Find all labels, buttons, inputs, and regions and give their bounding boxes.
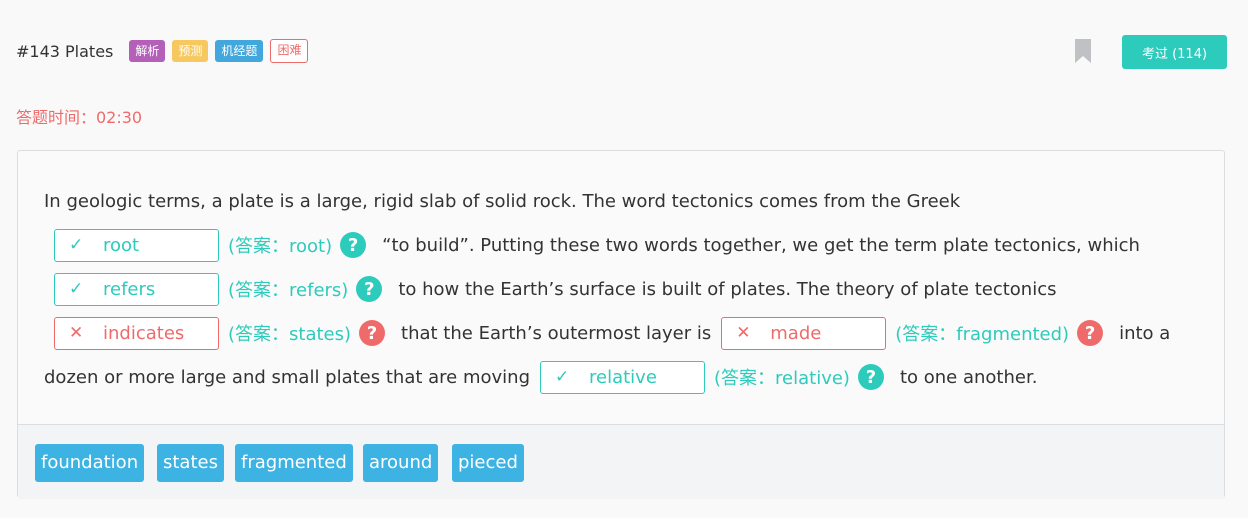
- passage-line: ✕ indicates (答案：states) ? that the Earth…: [44, 311, 1214, 355]
- question-title: #143 Plates: [16, 41, 114, 61]
- tag-exam-question[interactable]: 机经题: [215, 40, 264, 62]
- help-icon[interactable]: ?: [340, 232, 367, 258]
- help-icon[interactable]: ?: [857, 364, 884, 390]
- passage-line: ✓ refers (答案：refers) ? to how the Earth’…: [44, 267, 1214, 311]
- word-chip-states[interactable]: states: [157, 444, 224, 482]
- help-icon[interactable]: ?: [359, 320, 386, 346]
- question-card: In geologic terms, a plate is a large, r…: [17, 150, 1225, 499]
- blank-2[interactable]: ✓ refers: [54, 272, 219, 306]
- passage-line: ✓ root (答案：root) ? “to build”. Putting t…: [44, 223, 1214, 267]
- word-chip-fragmented[interactable]: fragmented: [235, 444, 353, 482]
- correct-answer: (答案：relative): [714, 368, 850, 389]
- tag-prediction[interactable]: 预测: [172, 40, 209, 62]
- passage-text: “to build”. Putting these two words toge…: [382, 234, 1140, 256]
- passage-text: to how the Earth’s surface is built of p…: [398, 278, 1057, 300]
- blank-value: made: [770, 322, 822, 344]
- help-icon[interactable]: ?: [1077, 320, 1104, 346]
- passage-text: to one another.: [899, 366, 1038, 388]
- correct-answer: (答案：refers): [228, 280, 349, 301]
- word-chip-pieced[interactable]: pieced: [452, 444, 524, 482]
- passage-text: In geologic terms, a plate is a large, r…: [44, 190, 961, 212]
- blank-value: indicates: [103, 322, 185, 344]
- tag-analysis[interactable]: 解析: [129, 40, 166, 62]
- blank-4[interactable]: ✕ made: [721, 316, 887, 350]
- bookmark-icon[interactable]: [1074, 38, 1092, 64]
- tag-difficulty: 困难: [270, 39, 309, 63]
- answer-timer: 答题时间：02:30: [16, 108, 143, 127]
- correct-answer: (答案：states): [228, 324, 352, 345]
- cross-icon: ✕: [736, 323, 751, 343]
- check-icon: ✓: [555, 367, 570, 387]
- help-icon[interactable]: ?: [356, 276, 383, 302]
- blank-value: root: [103, 234, 140, 256]
- correct-answer: (答案：root): [228, 236, 333, 257]
- passage-text: dozen or more large and small plates tha…: [44, 366, 530, 388]
- blank-3[interactable]: ✕ indicates: [54, 316, 219, 350]
- blank-5[interactable]: ✓ relative: [540, 360, 705, 394]
- word-bank: foundation states fragmented around piec…: [18, 424, 1224, 499]
- check-icon: ✓: [69, 279, 84, 299]
- passage-text: that the Earth’s outermost layer is: [401, 322, 712, 344]
- blank-value: refers: [103, 278, 156, 300]
- passage: In geologic terms, a plate is a large, r…: [44, 179, 1214, 399]
- exam-count-button[interactable]: 考过 (114): [1122, 35, 1227, 69]
- passage-text: into a: [1119, 322, 1171, 344]
- cross-icon: ✕: [69, 323, 84, 343]
- word-chip-around[interactable]: around: [363, 444, 439, 482]
- check-icon: ✓: [69, 235, 84, 255]
- question-header: #143 Plates 解析 预测 机经题 困难: [16, 36, 315, 66]
- passage-line: In geologic terms, a plate is a large, r…: [44, 179, 1214, 223]
- word-chip-foundation[interactable]: foundation: [35, 444, 145, 482]
- blank-1[interactable]: ✓ root: [54, 228, 219, 262]
- blank-value: relative: [589, 366, 657, 388]
- correct-answer: (答案：fragmented): [895, 324, 1070, 345]
- passage-line: dozen or more large and small plates tha…: [44, 355, 1214, 399]
